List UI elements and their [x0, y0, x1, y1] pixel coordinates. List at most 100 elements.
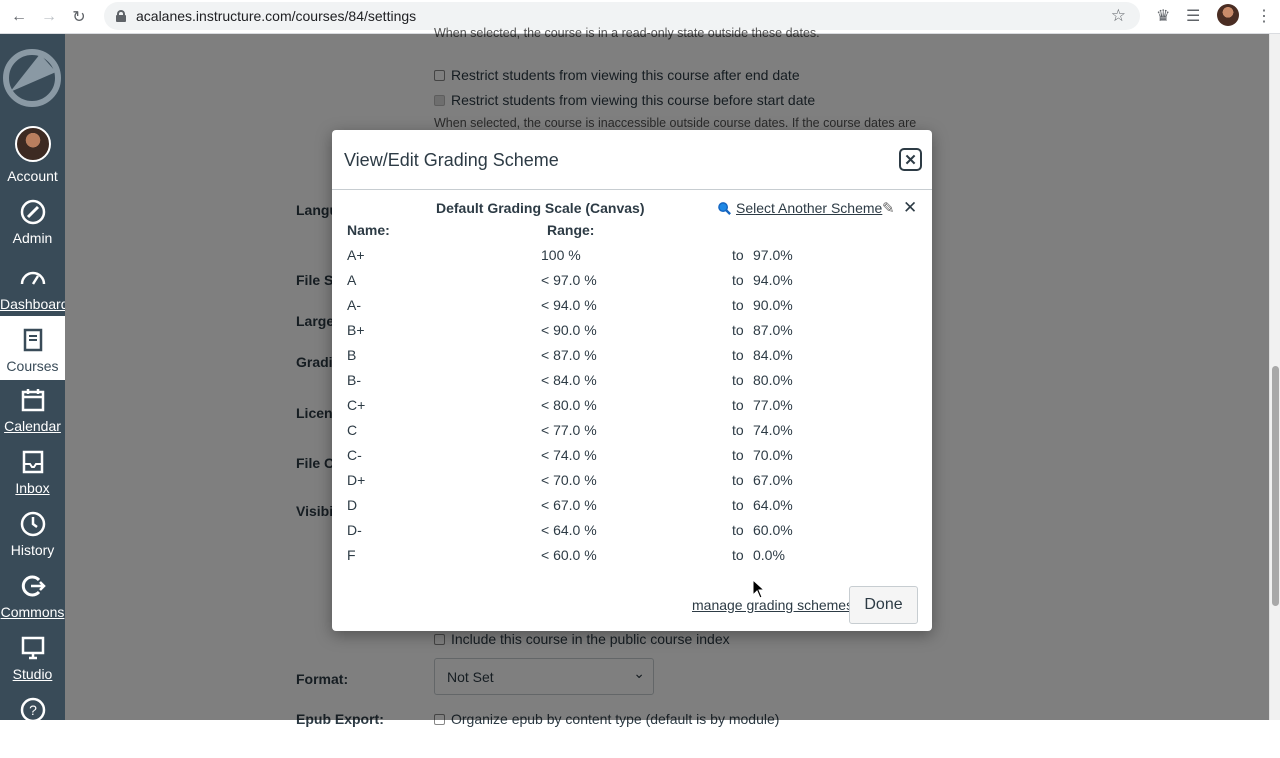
grade-name: C: [347, 422, 358, 438]
grading-scheme-dialog: View/Edit Grading Scheme ✕ Default Gradi…: [332, 130, 932, 631]
dashboard-gauge-icon: [20, 271, 45, 285]
range-from: < 80.0 %: [541, 397, 597, 413]
range-to-word: to: [732, 347, 744, 363]
grade-name: C-: [347, 447, 362, 463]
scrollbar-thumb[interactable]: [1272, 366, 1279, 606]
sidebar-item-admin[interactable]: Admin: [0, 198, 65, 260]
table-row: F < 60.0 % to 0.0%: [332, 541, 932, 566]
done-button[interactable]: Done: [849, 586, 918, 624]
range-to-word: to: [732, 397, 744, 413]
range-from: < 74.0 %: [541, 447, 597, 463]
sidebar-item-label: Commons: [0, 604, 65, 620]
sidebar-item-label: Studio: [12, 666, 53, 682]
school-logo-icon[interactable]: [0, 42, 65, 112]
sidebar-item-label: Inbox: [15, 480, 50, 496]
range-to: 64.0%: [753, 497, 793, 513]
manage-grading-schemes-link[interactable]: manage grading schemes: [692, 597, 853, 613]
sidebar-item-label: Admin: [12, 230, 53, 246]
menu-kebab-icon[interactable]: ⋮: [1256, 6, 1272, 26]
shield-icon: [20, 199, 45, 225]
inbox-icon: [22, 450, 43, 474]
range-from: < 90.0 %: [541, 322, 597, 338]
grade-name: B-: [347, 372, 361, 388]
range-from: < 67.0 %: [541, 497, 597, 513]
grading-rows: A+ 100 % to 97.0% A < 97.0 % to 94.0% A- < 94.0…: [332, 241, 932, 566]
grade-name: D: [347, 497, 358, 513]
range-to-word: to: [732, 497, 744, 513]
range-from: < 97.0 %: [541, 272, 597, 288]
range-to: 70.0%: [753, 447, 793, 463]
column-header-range: Range:: [547, 222, 595, 238]
commons-arrow-icon: [21, 575, 46, 597]
range-from: < 60.0 %: [541, 547, 597, 563]
table-row: C- < 74.0 % to 70.0%: [332, 441, 932, 466]
page-scrollbar[interactable]: [1269, 34, 1280, 720]
range-from: < 87.0 %: [541, 347, 597, 363]
range-to: 84.0%: [753, 347, 793, 363]
sidebar-item-history[interactable]: History: [0, 510, 65, 572]
search-icon: [718, 201, 731, 215]
sidebar-item-studio[interactable]: Studio: [0, 634, 65, 696]
range-from: 100 %: [541, 247, 581, 263]
reading-list-icon[interactable]: ☰: [1186, 6, 1200, 26]
clock-icon: [20, 511, 45, 537]
close-icon: ✕: [904, 151, 917, 169]
remove-scheme-icon[interactable]: ✕: [903, 198, 917, 218]
global-nav-sidebar: Account Admin Dashboard Courses Calendar…: [0, 34, 69, 723]
range-to: 74.0%: [753, 422, 793, 438]
range-to-word: to: [732, 472, 744, 488]
select-another-scheme-link[interactable]: Select Another Scheme: [717, 200, 882, 216]
sidebar-item-label: Dashboard: [0, 296, 69, 312]
range-to-word: to: [732, 272, 744, 288]
scheme-name: Default Grading Scale (Canvas): [436, 200, 645, 216]
sidebar-item-commons[interactable]: Commons: [0, 572, 65, 634]
table-row: D- < 64.0 % to 60.0%: [332, 516, 932, 541]
sidebar-item-account[interactable]: Account: [0, 126, 65, 188]
book-icon: [23, 328, 42, 352]
grade-name: D+: [347, 472, 366, 488]
range-to-word: to: [732, 422, 744, 438]
sidebar-item-courses[interactable]: Courses: [0, 316, 65, 380]
range-to: 90.0%: [753, 297, 793, 313]
range-to: 87.0%: [753, 322, 793, 338]
sidebar-item-label: History: [10, 542, 55, 558]
sidebar-item-inbox[interactable]: Inbox: [0, 448, 65, 510]
table-row: B- < 84.0 % to 80.0%: [332, 366, 932, 391]
grade-name: A+: [347, 247, 365, 263]
url-text: acalanes.instructure.com/courses/84/sett…: [136, 8, 417, 24]
close-button[interactable]: ✕: [899, 148, 922, 171]
range-from: < 94.0 %: [541, 297, 597, 313]
sidebar-item-calendar[interactable]: Calendar: [0, 386, 65, 448]
range-to: 94.0%: [753, 272, 793, 288]
select-another-label: Select Another Scheme: [736, 200, 883, 216]
edit-pencil-icon[interactable]: ✎: [882, 199, 895, 217]
svg-text:?: ?: [29, 702, 37, 718]
sidebar-item-label: Account: [7, 168, 58, 184]
dialog-header: View/Edit Grading Scheme ✕: [332, 130, 932, 190]
range-to-word: to: [732, 247, 744, 263]
sidebar-item-help[interactable]: ?: [0, 696, 65, 758]
grade-name: B: [347, 347, 357, 363]
bookmark-star-icon[interactable]: ☆: [1111, 6, 1126, 26]
range-to-word: to: [732, 297, 744, 313]
range-from: < 70.0 %: [541, 472, 597, 488]
sidebar-item-label: Courses: [6, 358, 59, 374]
column-header-name: Name:: [347, 222, 390, 238]
range-to-word: to: [732, 372, 744, 388]
range-to: 80.0%: [753, 372, 793, 388]
grade-name: C+: [347, 397, 366, 413]
range-to: 97.0%: [753, 247, 793, 263]
profile-avatar[interactable]: [1217, 4, 1239, 26]
reload-icon[interactable]: ↻: [68, 6, 90, 28]
table-row: B+ < 90.0 % to 87.0%: [332, 316, 932, 341]
forward-icon[interactable]: →: [38, 6, 60, 28]
table-row: B < 87.0 % to 84.0%: [332, 341, 932, 366]
user-avatar: [14, 126, 51, 162]
extensions-icon[interactable]: ♛: [1156, 6, 1170, 26]
back-icon[interactable]: ←: [8, 6, 30, 28]
table-row: C < 77.0 % to 74.0%: [332, 416, 932, 441]
lock-icon: [116, 10, 126, 22]
range-from: < 77.0 %: [541, 422, 597, 438]
range-to: 60.0%: [753, 522, 793, 538]
range-to-word: to: [732, 522, 744, 538]
